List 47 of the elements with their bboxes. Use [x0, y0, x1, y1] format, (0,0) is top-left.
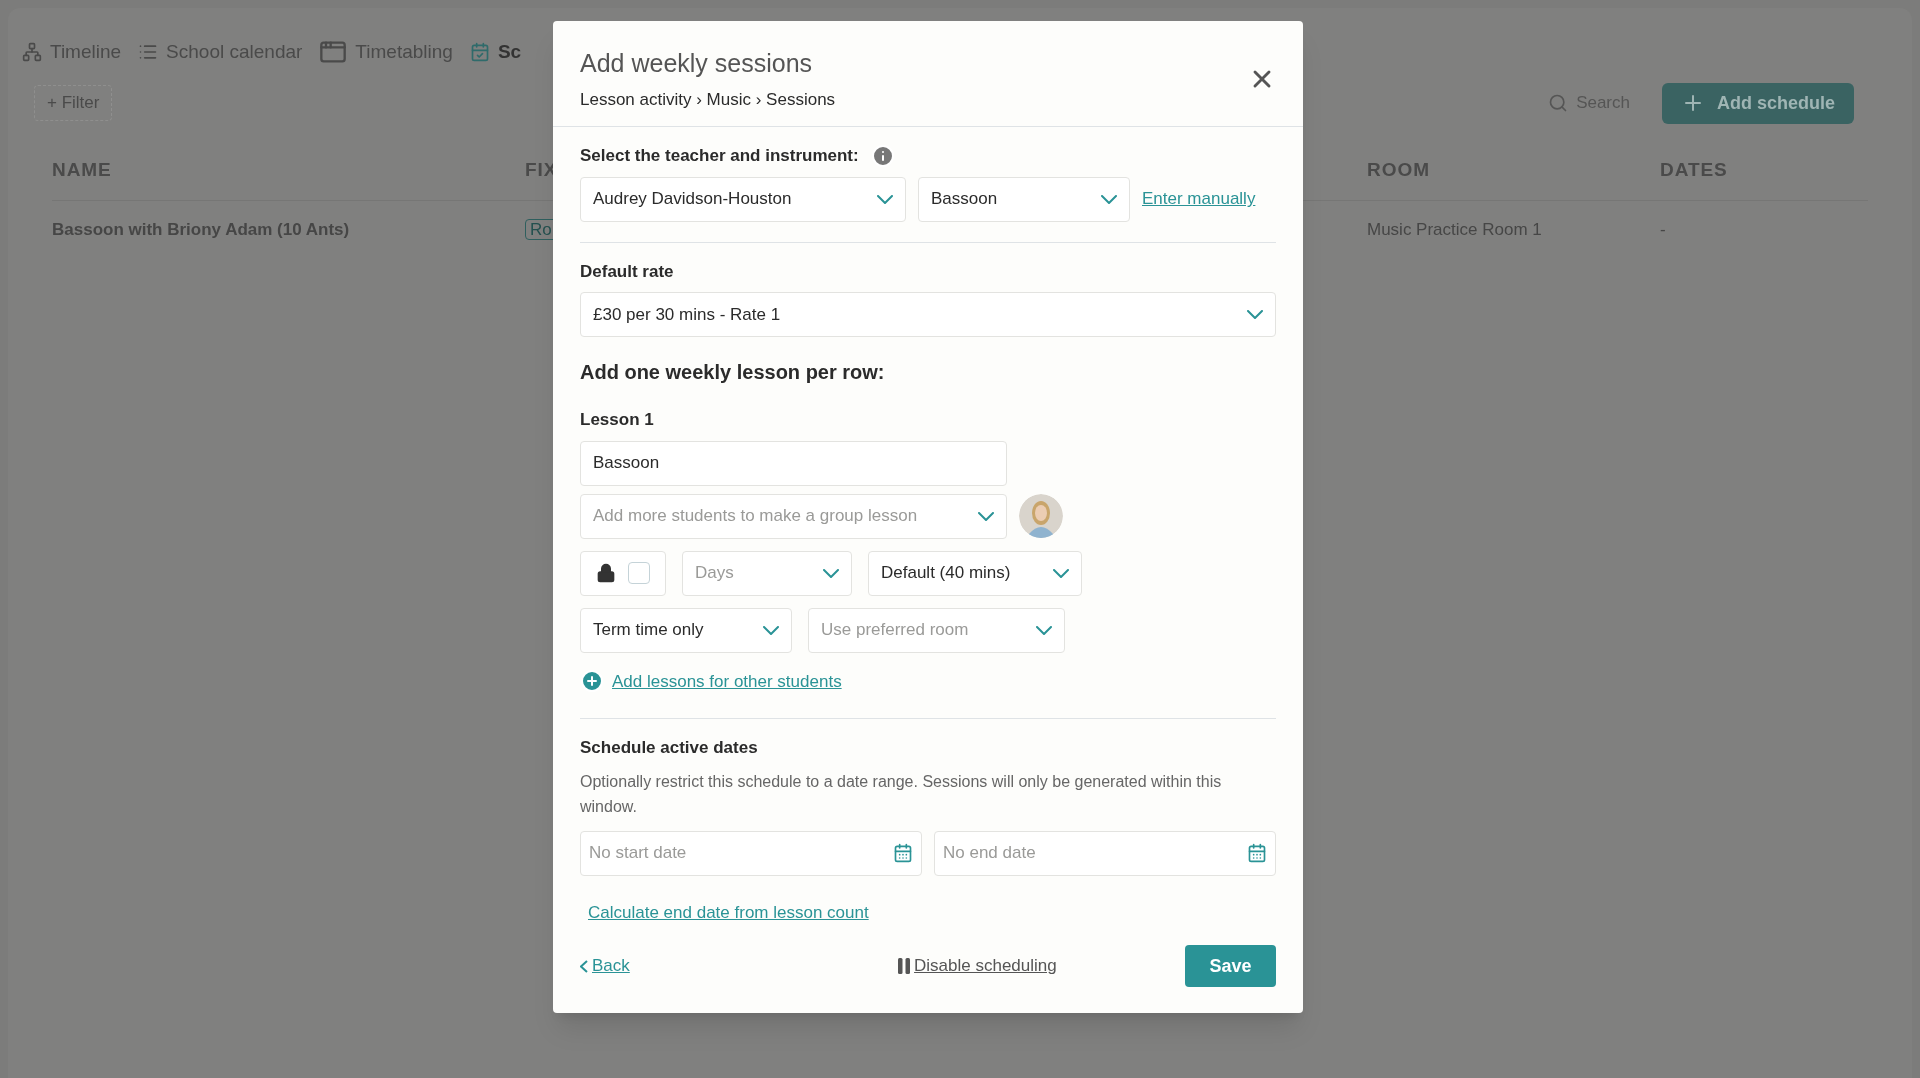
- chevron-down-icon: [978, 511, 994, 521]
- table-cell-text: Music Practice Room 1: [1367, 219, 1542, 241]
- chevron-down-icon: [763, 625, 779, 635]
- start-date-field[interactable]: No start date: [580, 830, 922, 876]
- back-link[interactable]: Back: [580, 953, 630, 979]
- students-select[interactable]: Add more students to make a group lesson: [580, 493, 1007, 539]
- teacher-select[interactable]: Audrey Davidson-Houston: [580, 176, 906, 222]
- section-description: Optionally restrict this schedule to a date range. Sessions will only be generated within this window.: [580, 771, 1223, 817]
- end-date-field[interactable]: No end date: [934, 830, 1276, 876]
- search-icon: [1548, 93, 1569, 113]
- room-select[interactable]: Use preferred room: [808, 607, 1065, 653]
- calendar-check-icon: [469, 42, 490, 63]
- field-label: Select the teacher and instrument:: [580, 145, 859, 167]
- dialog-title: Add weekly sessions: [580, 48, 814, 79]
- add-lessons-link[interactable]: Add lessons for other students: [612, 668, 842, 694]
- chevron-left-icon: [580, 959, 588, 973]
- chevron-down-icon: [1101, 194, 1117, 204]
- section-heading: Schedule active dates: [580, 737, 758, 759]
- duration-select[interactable]: Default (40 mins): [868, 550, 1082, 596]
- checkbox[interactable]: [628, 562, 650, 584]
- enter-manually-link[interactable]: Enter manually: [1142, 186, 1256, 212]
- days-select[interactable]: Days: [682, 550, 852, 596]
- pause-icon: [898, 958, 911, 974]
- network-icon: [22, 42, 42, 63]
- term-select[interactable]: Term time only: [580, 607, 792, 653]
- nav-tab[interactable]: Sc: [469, 38, 522, 67]
- instrument-select[interactable]: Bassoon: [918, 176, 1130, 222]
- chevron-down-icon: [1247, 310, 1263, 319]
- rate-select[interactable]: £30 per 30 mins - Rate 1: [580, 292, 1276, 337]
- table-cell-text: Bassoon with Briony Adam (10 Ants): [52, 219, 350, 241]
- lesson-name-field[interactable]: Bassoon: [580, 440, 1007, 486]
- lesson-label: Lesson 1: [580, 409, 654, 431]
- field-label: Default rate: [580, 260, 674, 283]
- chevron-down-icon: [877, 194, 893, 204]
- disable-scheduling-link[interactable]: Disable scheduling: [898, 953, 1057, 979]
- chevron-down-icon: [823, 568, 839, 578]
- calendar-icon: [893, 843, 913, 863]
- add-schedule-button[interactable]: Add schedule: [1662, 82, 1854, 124]
- chevron-down-icon: [1036, 625, 1052, 635]
- calendar-icon: [1247, 843, 1267, 863]
- breadcrumb: Lesson activity › Music › Sessions: [580, 88, 836, 111]
- save-button[interactable]: Save: [1185, 945, 1276, 987]
- table-cell-text: -: [1660, 219, 1666, 241]
- chevron-down-icon: [1053, 568, 1069, 578]
- section-heading: Add one weekly lesson per row:: [580, 360, 885, 385]
- lock-icon: [596, 563, 616, 583]
- calculate-link[interactable]: Calculate end date from lesson count: [588, 899, 869, 925]
